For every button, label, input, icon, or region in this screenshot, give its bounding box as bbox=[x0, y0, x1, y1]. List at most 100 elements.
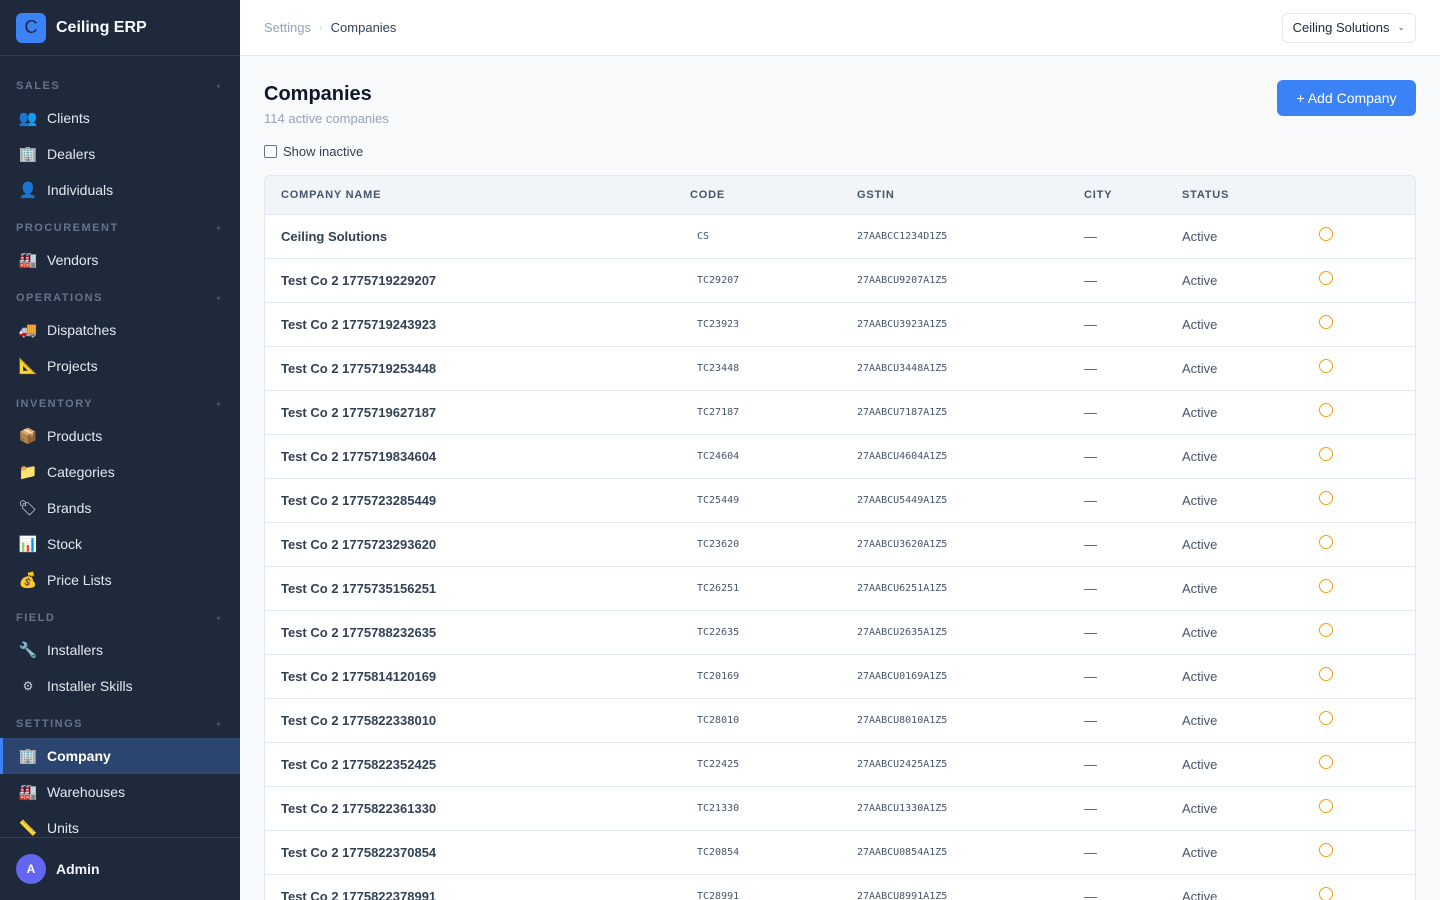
status-toggle-icon[interactable] bbox=[1319, 359, 1333, 373]
status-toggle-icon[interactable] bbox=[1319, 579, 1333, 593]
sidebar-item-brands[interactable]: 🏷 Brands bbox=[0, 490, 240, 526]
table-row[interactable]: Test Co 2 1775719627187 TC27187 27AABCU718… bbox=[265, 391, 1415, 435]
sidebar-item-label: Clients bbox=[47, 110, 90, 126]
table-row[interactable]: Test Co 2 1775723285449 TC25449 27AABCU544… bbox=[265, 479, 1415, 523]
sidebar-section-procurement[interactable]: PROCUREMENT ▾ bbox=[0, 214, 240, 242]
sidebar-section-operations[interactable]: OPERATIONS ▾ bbox=[0, 284, 240, 312]
status-toggle-icon[interactable] bbox=[1319, 887, 1333, 900]
code-cell: TC23448 bbox=[697, 363, 740, 374]
code-cell: TC21330 bbox=[697, 803, 740, 814]
sidebar-item-stock[interactable]: 📊 Stock bbox=[0, 526, 240, 562]
table-body: Ceiling Solutions CS 27AABCC1234D1Z5 — Activ… bbox=[265, 215, 1415, 900]
tag-icon: 🏷 bbox=[18, 500, 38, 517]
status-cell: Active bbox=[1182, 493, 1218, 508]
sidebar-item-individuals[interactable]: 👤 Individuals bbox=[0, 172, 240, 208]
sidebar-item-label: Vendors bbox=[47, 252, 99, 268]
table-row[interactable]: Test Co 2 1775719834604 TC24604 27AABCU460… bbox=[265, 435, 1415, 479]
code-cell: TC22635 bbox=[697, 627, 740, 638]
status-toggle-icon[interactable] bbox=[1319, 799, 1333, 813]
row-actions bbox=[1319, 887, 1415, 900]
city-cell: — bbox=[1084, 317, 1097, 332]
sidebar-item-installer-skills[interactable]: ⚙ Installer Skills bbox=[0, 668, 240, 704]
table-row[interactable]: Test Co 2 1775822352425 TC22425 27AABCU242… bbox=[265, 743, 1415, 787]
show-inactive-checkbox[interactable] bbox=[264, 145, 277, 158]
sidebar: C Ceiling ERP SALES ▾ 👥 Clients 🏢 Dealers 👤 Ind… bbox=[0, 0, 240, 900]
table-row[interactable]: Test Co 2 1775822378991 TC28991 27AABCU899… bbox=[265, 875, 1415, 900]
row-actions bbox=[1319, 755, 1415, 772]
sidebar-item-categories[interactable]: 📁 Categories bbox=[0, 454, 240, 490]
status-toggle-icon[interactable] bbox=[1319, 271, 1333, 285]
column-header-code[interactable]: CODE bbox=[690, 189, 857, 201]
table-row[interactable]: Test Co 2 1775719253448 TC23448 27AABCU344… bbox=[265, 347, 1415, 391]
truck-icon: 🚚 bbox=[18, 322, 38, 339]
code-cell: TC20854 bbox=[697, 847, 740, 858]
companies-table: COMPANY NAME CODE GSTIN CITY STATUS Ceil… bbox=[264, 175, 1416, 900]
table-row[interactable]: Test Co 2 1775723293620 TC23620 27AABCU362… bbox=[265, 523, 1415, 567]
code-cell: TC22425 bbox=[697, 759, 740, 770]
sidebar-item-label: Units bbox=[47, 820, 79, 836]
sidebar-section-field[interactable]: FIELD ▾ bbox=[0, 604, 240, 632]
city-cell: — bbox=[1084, 757, 1097, 772]
money-bag-icon: 💰 bbox=[18, 572, 38, 589]
add-company-button[interactable]: + Add Company bbox=[1277, 80, 1416, 116]
city-cell: — bbox=[1084, 669, 1097, 684]
status-toggle-icon[interactable] bbox=[1319, 447, 1333, 461]
status-toggle-icon[interactable] bbox=[1319, 227, 1333, 241]
status-toggle-icon[interactable] bbox=[1319, 667, 1333, 681]
company-name-cell: Test Co 2 1775822378991 bbox=[281, 889, 437, 900]
brand-name: Ceiling ERP bbox=[56, 18, 147, 36]
sidebar-item-warehouses[interactable]: 🏭 Warehouses bbox=[0, 774, 240, 810]
status-toggle-icon[interactable] bbox=[1319, 403, 1333, 417]
city-cell: — bbox=[1084, 845, 1097, 860]
status-toggle-icon[interactable] bbox=[1319, 711, 1333, 725]
status-toggle-icon[interactable] bbox=[1319, 623, 1333, 637]
table-row[interactable]: Test Co 2 1775822370854 TC20854 27AABCU085… bbox=[265, 831, 1415, 875]
table-row[interactable]: Test Co 2 1775719229207 TC29207 27AABCU920… bbox=[265, 259, 1415, 303]
column-header-company-name[interactable]: COMPANY NAME bbox=[265, 189, 690, 201]
table-header: COMPANY NAME CODE GSTIN CITY STATUS bbox=[265, 176, 1415, 215]
column-header-gstin[interactable]: GSTIN bbox=[857, 189, 1084, 201]
city-cell: — bbox=[1084, 449, 1097, 464]
status-toggle-icon[interactable] bbox=[1319, 535, 1333, 549]
sidebar-item-projects[interactable]: 📐 Projects bbox=[0, 348, 240, 384]
column-header-city[interactable]: CITY bbox=[1084, 189, 1182, 201]
status-cell: Active bbox=[1182, 317, 1218, 332]
table-row[interactable]: Test Co 2 1775788232635 TC22635 27AABCU263… bbox=[265, 611, 1415, 655]
gstin-cell: 27AABCU0854A1Z5 bbox=[857, 847, 948, 858]
table-row[interactable]: Test Co 2 1775719243923 TC23923 27AABCU392… bbox=[265, 303, 1415, 347]
sidebar-item-dispatches[interactable]: 🚚 Dispatches bbox=[0, 312, 240, 348]
brand-logo: C bbox=[16, 12, 46, 43]
table-row[interactable]: Test Co 2 1775822338010 TC28010 27AABCU801… bbox=[265, 699, 1415, 743]
table-row[interactable]: Test Co 2 1775822361330 TC21330 27AABCU133… bbox=[265, 787, 1415, 831]
sidebar-section-sales[interactable]: SALES ▾ bbox=[0, 72, 240, 100]
sidebar-item-products[interactable]: 📦 Products bbox=[0, 418, 240, 454]
status-toggle-icon[interactable] bbox=[1319, 315, 1333, 329]
row-actions bbox=[1319, 491, 1415, 508]
status-toggle-icon[interactable] bbox=[1319, 755, 1333, 769]
sidebar-item-dealers[interactable]: 🏢 Dealers bbox=[0, 136, 240, 172]
code-cell: TC23620 bbox=[697, 539, 740, 550]
sidebar-item-company[interactable]: 🏢 Company bbox=[0, 738, 240, 774]
wrench-icon: 🔧 bbox=[18, 642, 38, 659]
sidebar-item-installers[interactable]: 🔧 Installers bbox=[0, 632, 240, 668]
gstin-cell: 27AABCU9207A1Z5 bbox=[857, 275, 948, 286]
status-toggle-icon[interactable] bbox=[1319, 491, 1333, 505]
status-cell: Active bbox=[1182, 361, 1218, 376]
breadcrumb-settings-link[interactable]: Settings bbox=[264, 20, 311, 35]
sidebar-section-inventory[interactable]: INVENTORY ▾ bbox=[0, 390, 240, 418]
sidebar-item-price-lists[interactable]: 💰 Price Lists bbox=[0, 562, 240, 598]
sidebar-section-settings[interactable]: SETTINGS ▾ bbox=[0, 710, 240, 738]
table-row[interactable]: Test Co 2 1775814120169 TC20169 27AABCU016… bbox=[265, 655, 1415, 699]
table-row[interactable]: Ceiling Solutions CS 27AABCC1234D1Z5 — Activ… bbox=[265, 215, 1415, 259]
brand[interactable]: C Ceiling ERP bbox=[0, 0, 240, 56]
sidebar-item-vendors[interactable]: 🏭 Vendors bbox=[0, 242, 240, 278]
sidebar-item-label: Brands bbox=[47, 500, 92, 516]
show-inactive-toggle[interactable]: Show inactive bbox=[264, 144, 1416, 159]
column-header-status[interactable]: STATUS bbox=[1182, 189, 1319, 201]
user-menu[interactable]: A Admin bbox=[0, 837, 240, 900]
status-toggle-icon[interactable] bbox=[1319, 843, 1333, 857]
company-name-cell: Test Co 2 1775723293620 bbox=[281, 537, 437, 552]
sidebar-item-clients[interactable]: 👥 Clients bbox=[0, 100, 240, 136]
table-row[interactable]: Test Co 2 1775735156251 TC26251 27AABCU625… bbox=[265, 567, 1415, 611]
company-selector[interactable]: Ceiling Solutions ⌄ bbox=[1281, 12, 1416, 43]
